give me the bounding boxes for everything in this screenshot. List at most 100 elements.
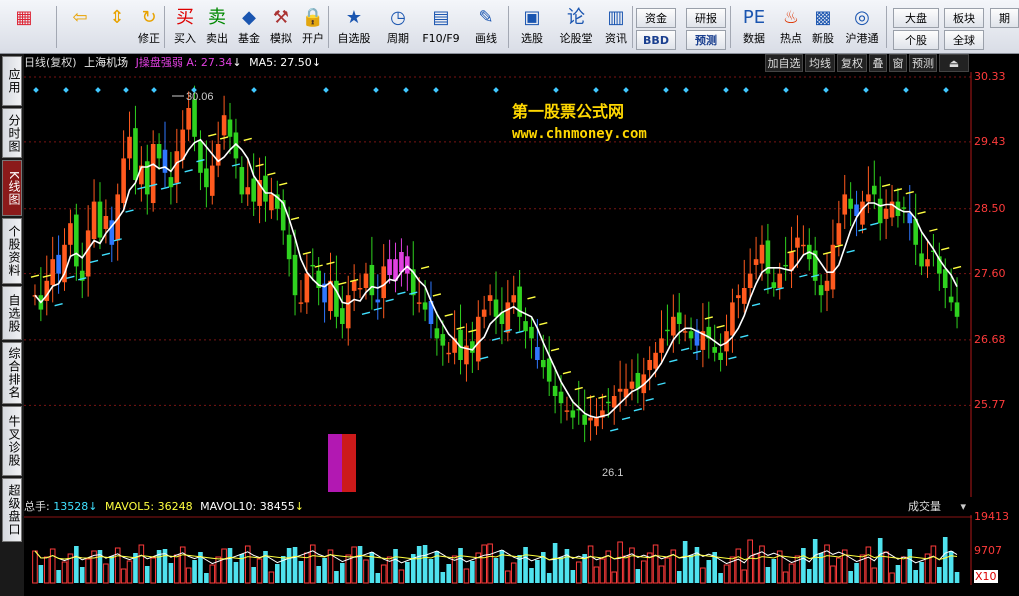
left-nav-tab[interactable]: 自选股 [2,286,22,340]
toolbar-back-arrow-button[interactable]: ⇦ [62,4,98,52]
toolbar-small-button[interactable]: 预测 [686,30,726,50]
toolbar-new-stock-button[interactable]: ▩ 新股 [808,4,838,52]
candle-body [405,256,410,274]
toolbar-label: 模拟 [270,32,292,45]
signal-dash [515,330,524,334]
toolbar-f10-button[interactable]: ▤ F10/F9 [420,4,462,52]
toolbar-small-button[interactable]: BBD [636,30,676,50]
signal-dash [267,172,276,176]
volume-bar [109,556,115,583]
left-nav-tab[interactable]: 超级盘口 [2,478,22,542]
toolbar-forum-button[interactable]: 论论股堂 [556,4,596,52]
signal-dash [314,264,323,268]
volume-bar [185,567,192,584]
volume-bar [174,554,180,584]
price-axis-label: 28.50 [974,201,1006,215]
left-nav-tab[interactable]: K线图 [2,160,22,216]
signal-dash [184,169,193,173]
toolbar-news-button[interactable]: ▥ 资讯 [600,4,632,52]
chart-toolbar-button[interactable]: 预测 [909,54,937,72]
toolbar-small-button[interactable]: 资金 [636,8,676,28]
chart-toolbar-button[interactable]: 窗 [889,54,907,72]
chart-toolbar-button[interactable]: ⏏ [939,54,969,72]
volume-bar [830,565,836,584]
toolbar-chart-button[interactable]: ▣ 选股 [512,4,552,52]
toolbar-fix-button[interactable]: ↻ 修正 [134,4,164,52]
chart-toolbar-button[interactable]: 复权 [837,54,867,72]
volume-bar [493,558,499,583]
candle-body [736,295,741,299]
left-nav-tab[interactable]: 个股资料 [2,218,22,284]
toolbar-hot-button[interactable]: ♨ 热点 [776,4,806,52]
event-marker [823,87,829,93]
volume-indicator-dropdown[interactable]: 成交量 ▾ [880,498,970,515]
toolbar-label: F10/F9 [422,32,460,45]
toolbar-fund-button[interactable]: ◆ 基金 [234,4,264,52]
indicator-arrow: ↓ [232,56,242,69]
toolbar-hammer-button[interactable]: ⚒ 模拟 [266,4,296,52]
toolbar-small-button[interactable]: 期 [990,8,1019,28]
period-label[interactable]: 日线(复权) [24,56,77,69]
signal-dash [480,356,489,360]
chart-toolbar-button[interactable]: 加自选 [765,54,803,72]
volume-bar [422,545,428,583]
toolbar-buy-button[interactable]: 买买入 [170,4,200,52]
chart-toolbar-button[interactable]: 均线 [805,54,835,72]
candle-body [334,280,339,317]
volume-bar [937,567,942,583]
signal-dash [160,186,170,190]
volume-bar [251,567,256,583]
volume-chart[interactable] [24,515,972,585]
toolbar-label: 新股 [812,32,834,45]
toolbar-windows-button[interactable]: ▦ [6,4,42,52]
mavol10-label: MAVOL10: [200,500,257,513]
toolbar-hk-button[interactable]: ◎ 沪港通 [842,4,882,52]
toolbar-small-button[interactable]: 个股 [893,30,939,50]
indicator-name[interactable]: J操盘强弱 [136,56,183,69]
chart-toolbar-button[interactable]: 叠 [869,54,887,72]
volume-bar [38,565,44,583]
toolbar-star-button[interactable]: ★ 自选股 [334,4,374,52]
volume-bar [771,559,777,583]
signal-dash [420,265,430,270]
signal-dash [692,350,702,354]
pen-icon: ✎ [478,7,494,28]
kline-chart[interactable]: 30.06 26.1 [24,72,972,497]
toolbar-small-button[interactable]: 研报 [686,8,726,28]
signal-dash [54,303,63,307]
toolbar-separator [632,6,633,48]
candle-body [629,381,635,389]
left-nav-tab[interactable]: 综合排名 [2,342,22,404]
candle-body [948,296,954,303]
toolbar-lock-button[interactable]: 🔒 开户 [298,4,328,52]
toolbar-sell-button[interactable]: 卖卖出 [202,4,232,52]
toolbar-pen-button[interactable]: ✎ 画线 [466,4,506,52]
toolbar-label: 修正 [138,32,160,45]
signal-dash [893,188,903,192]
price-axis-label: 29.43 [974,134,1006,148]
left-nav-tab[interactable]: 牛叉诊股 [2,406,22,476]
event-marker [783,87,789,93]
candle-body [594,417,599,427]
toolbar-label: 周期 [387,32,409,45]
signal-dash [302,251,312,255]
toolbar-up-down-button[interactable]: ⇕ [104,4,130,52]
high-annotation-label: 30.06 [186,91,214,103]
toolbar-clock-button[interactable]: ◷ 周期 [378,4,418,52]
toolbar-small-button[interactable]: 大盘 [893,8,939,28]
candle-body [186,108,191,130]
toolbar-small-button[interactable]: 全球 [944,30,984,50]
signal-dash [574,386,583,391]
toolbar-label: 买入 [174,32,196,45]
left-nav-tab[interactable]: 应用 [2,56,22,106]
volume-bar [446,564,452,583]
toolbar-pe-button[interactable]: PE 数据 [736,4,772,52]
signal-dash [373,307,382,311]
signal-dash [409,291,418,295]
volume-bar [682,541,688,583]
left-nav-tab[interactable]: 分时图 [2,108,22,158]
candle-body [718,352,723,360]
toolbar-small-button[interactable]: 板块 [944,8,984,28]
low-annotation-label: 26.1 [602,467,623,479]
signal-dash [397,291,406,295]
